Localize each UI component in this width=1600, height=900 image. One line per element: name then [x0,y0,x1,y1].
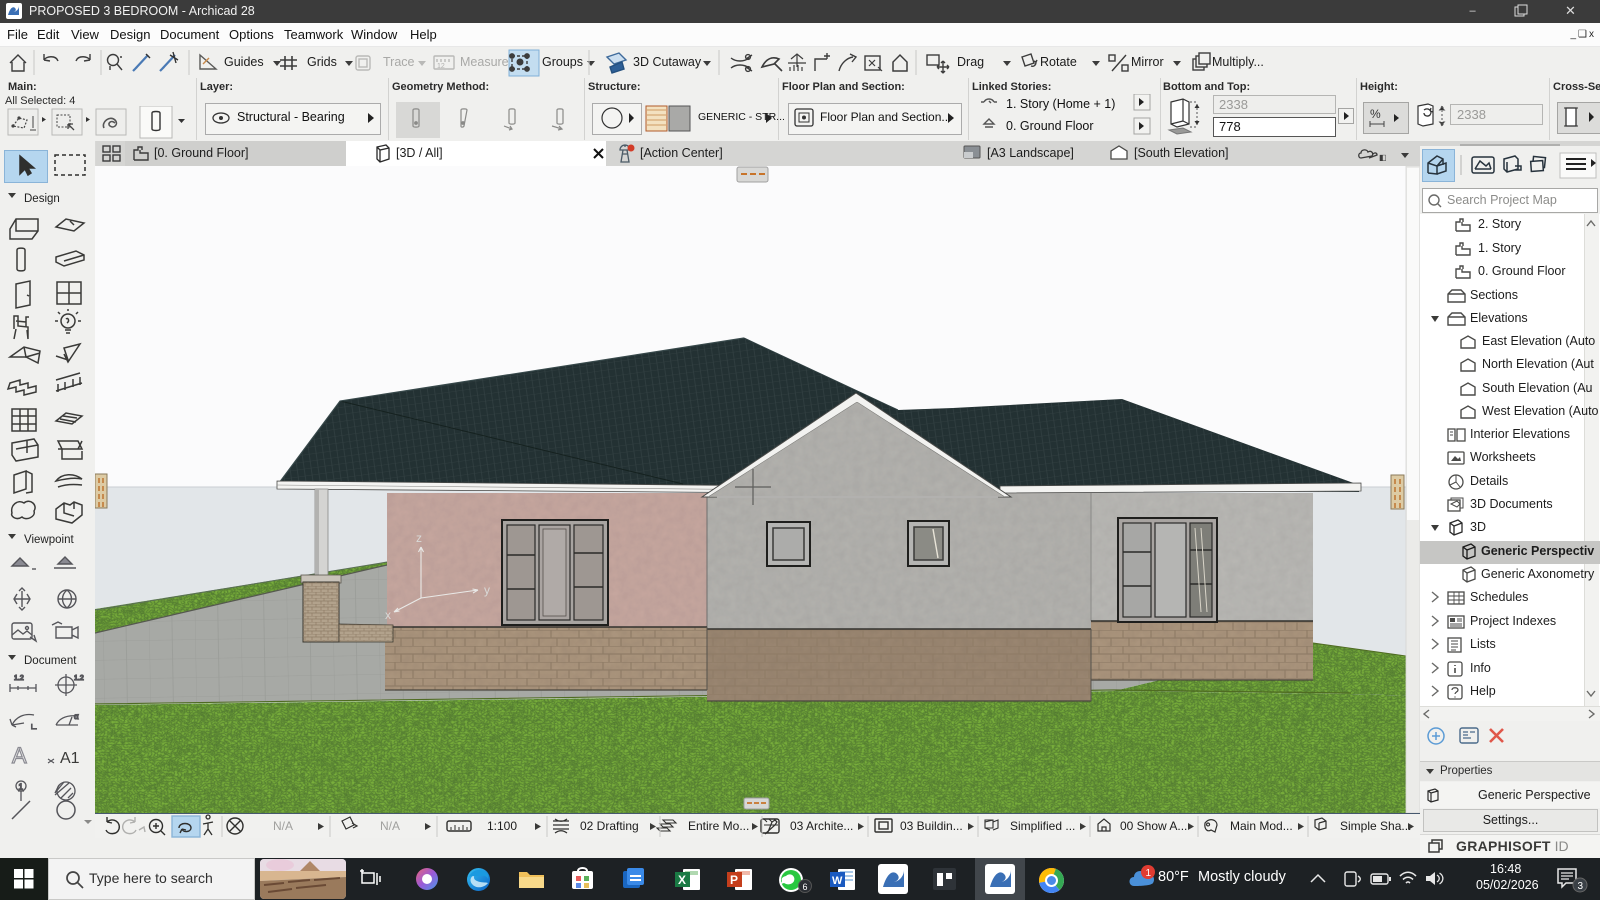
svg-text:∟: ∟ [30,722,38,731]
svg-text:◧: ◧ [1379,153,1387,162]
svg-text:%: % [1370,107,1381,121]
svg-text:A1: A1 [60,750,80,767]
svg-text:Design: Design [24,193,60,205]
svg-text:X: X [678,873,686,887]
svg-text:A: A [12,743,27,768]
svg-text:6: 6 [803,882,808,892]
svg-text:y: y [484,583,490,597]
svg-text:1.2: 1.2 [74,675,84,682]
svg-text:P: P [730,873,738,887]
svg-text:W: W [832,875,843,887]
svg-text:Document: Document [24,655,77,667]
svg-text:12: 12 [437,63,445,70]
svg-text:α: α [74,712,79,721]
svg-text:1: 1 [1146,868,1152,879]
svg-text:Viewpoint: Viewpoint [24,534,74,546]
svg-text:z: z [416,531,422,545]
svg-text:x: x [385,608,391,622]
svg-text:1: 1 [19,783,24,792]
svg-text:3: 3 [1578,881,1584,892]
svg-text:1.2: 1.2 [14,675,24,682]
